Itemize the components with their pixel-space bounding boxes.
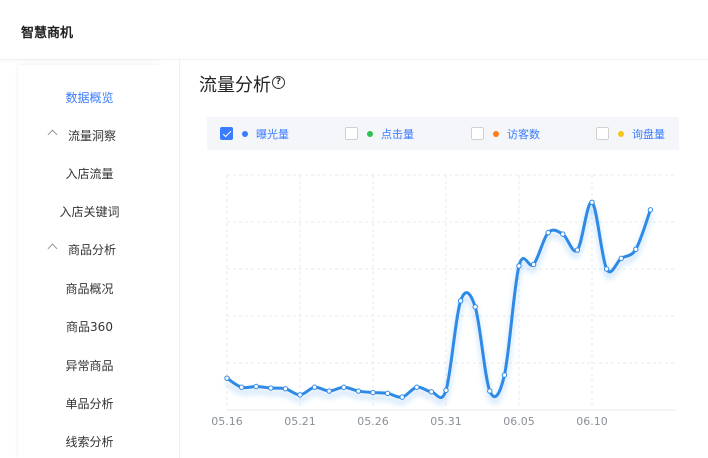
x-axis-ticks: 05.16 05.21 05.26 05.31 06.05 06.10 [211,415,608,428]
data-point[interactable] [603,266,610,272]
data-point[interactable] [530,261,537,268]
x-tick-label: 05.31 [430,415,462,428]
data-point[interactable] [618,255,624,262]
data-point[interactable] [355,388,362,394]
data-point[interactable] [574,247,581,253]
series-line-exposure [226,200,652,399]
chart-grid [226,174,676,411]
data-point[interactable] [545,229,551,236]
traffic-line-chart: 05.16 05.21 05.26 05.31 06.05 06.10 [211,174,676,428]
data-point[interactable] [516,263,522,269]
data-point[interactable] [268,385,274,391]
data-point[interactable] [647,207,654,213]
data-point[interactable] [253,383,259,390]
data-point[interactable] [224,375,230,381]
data-point[interactable] [238,384,245,390]
x-tick-label: 06.10 [576,415,608,428]
data-point[interactable] [414,384,420,390]
data-point[interactable] [560,231,566,237]
data-point[interactable] [487,388,493,394]
data-point[interactable] [633,246,639,252]
data-point[interactable] [282,386,289,392]
x-tick-label: 05.26 [357,415,389,428]
data-point[interactable] [311,384,318,390]
data-point[interactable] [501,372,508,378]
x-tick-label: 05.21 [284,415,316,428]
data-point[interactable] [589,199,595,205]
data-point[interactable] [341,384,347,390]
data-point[interactable] [384,390,391,397]
data-point[interactable] [443,387,449,393]
data-point[interactable] [472,304,478,310]
data-point[interactable] [326,388,332,394]
data-point[interactable] [399,394,405,400]
data-point[interactable] [370,389,376,396]
data-point[interactable] [457,298,464,304]
data-point[interactable] [297,392,303,398]
data-point[interactable] [428,389,435,395]
x-tick-label: 06.05 [503,415,535,428]
x-tick-label: 05.16 [211,415,243,428]
chart-series [224,199,654,400]
